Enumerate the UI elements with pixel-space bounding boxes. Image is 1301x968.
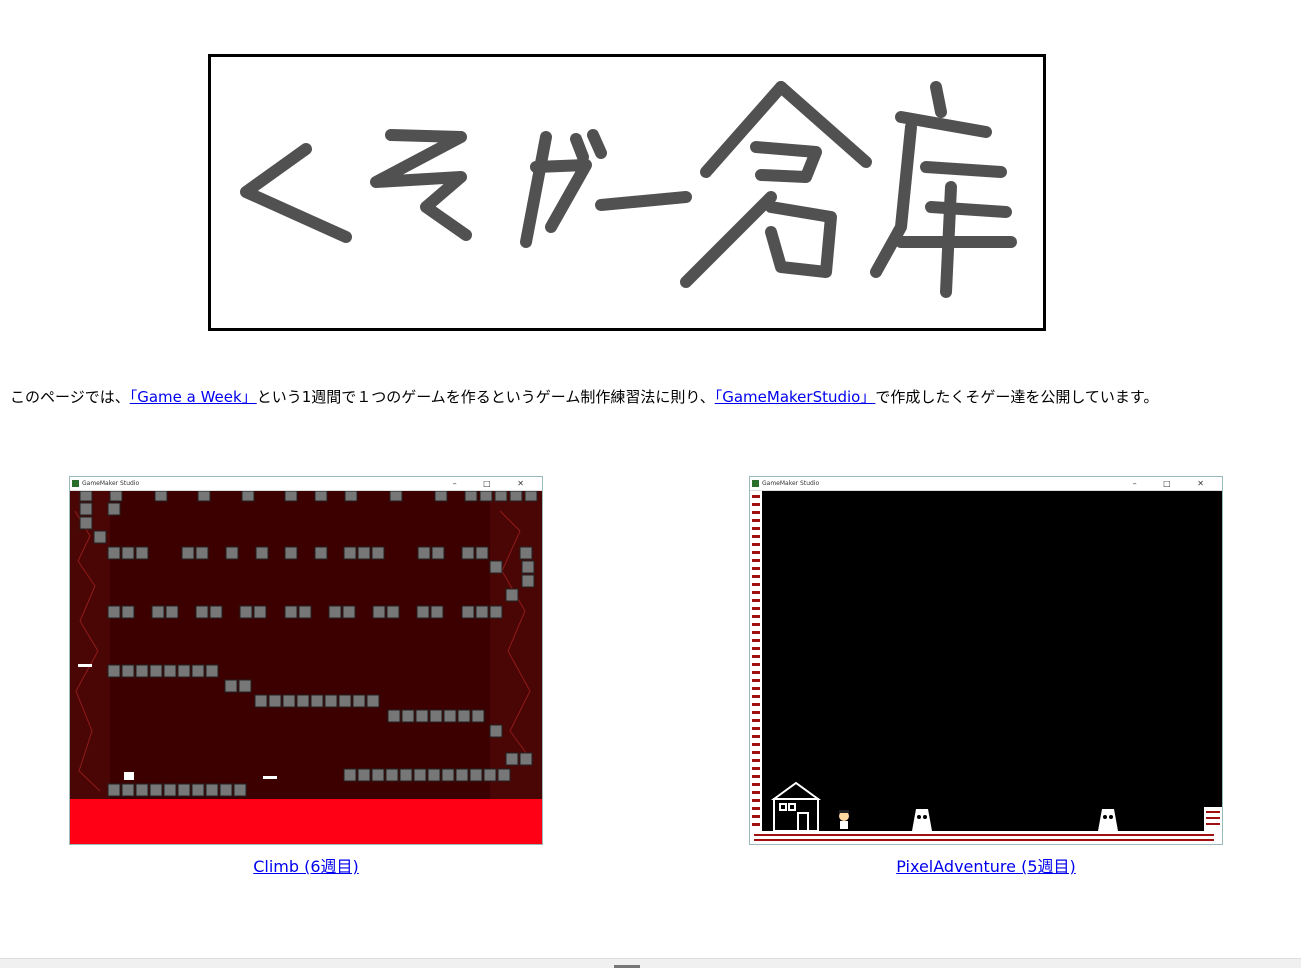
window-controls: – □ ✕ xyxy=(1132,479,1216,488)
climb-link[interactable]: Climb (6週目) xyxy=(253,857,359,876)
climb-game-view xyxy=(70,491,542,844)
game-card-climb: GameMaker Studio – □ ✕ Climb (6週目) xyxy=(69,476,543,877)
window-title: GameMaker Studio xyxy=(762,480,820,487)
window-controls: – □ ✕ xyxy=(452,479,536,488)
handwritten-logo xyxy=(240,81,1017,298)
game-a-week-link[interactable]: 「Game a Week」 xyxy=(130,388,257,406)
pixeladventure-link[interactable]: PixelAdventure (5週目) xyxy=(896,857,1076,876)
game-card-pixeladventure: GameMaker Studio – □ ✕ PixelAdventure (5… xyxy=(749,476,1223,877)
pixeladventure-caption: PixelAdventure (5週目) xyxy=(749,853,1223,877)
intro-text: このページでは、「Game a Week」という1週間で１つのゲームを作るという… xyxy=(10,386,1300,408)
pixeladventure-game-view xyxy=(750,491,1222,844)
climb-caption: Climb (6週目) xyxy=(69,853,543,877)
window-titlebar: GameMaker Studio – □ ✕ xyxy=(70,477,542,491)
gamemakerstudio-link[interactable]: 「GameMakerStudio」 xyxy=(715,388,876,406)
pixeladventure-screenshot[interactable]: GameMaker Studio – □ ✕ xyxy=(749,476,1223,845)
intro-part1: このページでは、 xyxy=(10,388,130,406)
gamemaker-app-icon xyxy=(752,480,759,487)
climb-screenshot[interactable]: GameMaker Studio – □ ✕ xyxy=(69,476,543,845)
site-logo-banner xyxy=(208,54,1046,331)
intro-part3: で作成したくそゲー達を公開しています。 xyxy=(875,388,1159,406)
window-titlebar: GameMaker Studio – □ ✕ xyxy=(750,477,1222,491)
window-title: GameMaker Studio xyxy=(82,480,140,487)
gamemaker-app-icon xyxy=(72,480,79,487)
intro-part2: という1週間で１つのゲームを作るというゲーム制作練習法に則り、 xyxy=(256,388,715,406)
